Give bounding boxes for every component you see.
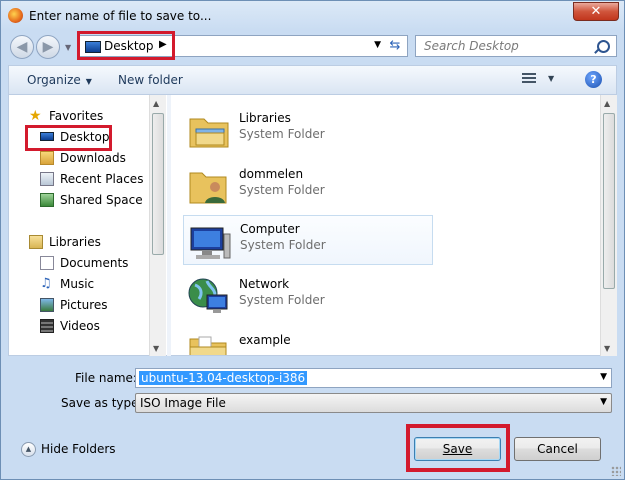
title-bar: Enter name of file to save to... ✕	[1, 1, 624, 31]
file-name-label: File name:	[75, 371, 137, 385]
hide-folders-label: Hide Folders	[41, 442, 116, 456]
network-icon	[187, 275, 231, 317]
forward-button[interactable]: ▶	[36, 35, 60, 59]
libraries-icon	[29, 235, 43, 249]
navigation-scrollbar[interactable]: ▲ ▼	[149, 95, 166, 356]
back-button[interactable]: ◀	[10, 35, 34, 59]
file-type: System Folder	[239, 127, 325, 141]
file-type: System Folder	[239, 183, 325, 197]
toolbar: Organize ▼ New folder ▼ ?	[8, 65, 617, 95]
libraries-icon	[187, 109, 231, 151]
window-title: Enter name of file to save to...	[29, 9, 212, 23]
address-bar[interactable]: Desktop ▶ ▼ ⇆	[77, 31, 408, 60]
file-name-input[interactable]: ubuntu-13.04-desktop-i386 ▼	[135, 368, 612, 388]
file-type: System Folder	[240, 238, 326, 252]
organize-label: Organize	[27, 73, 81, 87]
scroll-up-icon[interactable]: ▲	[604, 99, 610, 108]
file-name: dommelen	[239, 167, 304, 181]
address-highlight-box	[77, 31, 175, 60]
save-dialog: Enter name of file to save to... ✕ ◀ ▶ ▼…	[0, 0, 625, 480]
file-item-libraries[interactable]: Libraries System Folder	[183, 105, 433, 155]
computer-icon	[188, 220, 232, 262]
videos-icon	[40, 319, 54, 333]
music-icon: ♫	[40, 276, 52, 291]
organize-button[interactable]: Organize ▼	[27, 73, 92, 87]
search-box[interactable]	[415, 35, 617, 57]
firefox-icon	[8, 8, 23, 23]
scroll-up-icon[interactable]: ▲	[153, 99, 159, 108]
help-button[interactable]: ?	[585, 71, 602, 88]
hide-folders-button[interactable]: ▲ Hide Folders	[21, 442, 116, 457]
resize-grip-icon[interactable]	[611, 466, 621, 476]
file-list-scrollbar[interactable]: ▲ ▼	[600, 95, 617, 356]
documents-icon	[40, 256, 54, 270]
chevron-down-icon[interactable]: ▼	[600, 397, 607, 407]
user-folder-icon	[187, 165, 231, 207]
scroll-thumb[interactable]	[603, 113, 615, 289]
save-as-type-select[interactable]: ISO Image File ▼	[135, 393, 612, 413]
scroll-thumb[interactable]	[152, 113, 164, 255]
recent-places-icon	[40, 172, 54, 186]
search-icon[interactable]	[597, 40, 610, 53]
chevron-down-icon: ▼	[85, 77, 92, 86]
downloads-icon	[40, 151, 54, 165]
file-name: Libraries	[239, 111, 291, 125]
cancel-button[interactable]: Cancel	[514, 437, 601, 461]
file-item-computer[interactable]: Computer System Folder	[183, 215, 433, 265]
file-name: example	[239, 333, 291, 347]
file-type: System Folder	[239, 293, 325, 307]
collapse-up-icon: ▲	[21, 442, 36, 457]
view-options-icon[interactable]	[522, 72, 538, 86]
file-name-value[interactable]: ubuntu-13.04-desktop-i386	[139, 371, 308, 385]
file-list: Libraries System Folder dommelen System …	[171, 95, 617, 356]
address-dropdown-icon[interactable]: ▼	[374, 40, 381, 50]
file-name: Computer	[240, 222, 300, 236]
chevron-down-icon[interactable]: ▼	[600, 372, 607, 382]
refresh-icon[interactable]: ⇆	[386, 38, 404, 54]
file-item-dommelen[interactable]: dommelen System Folder	[183, 161, 433, 211]
file-name: Network	[239, 277, 290, 291]
desktop-highlight-box	[25, 125, 112, 151]
save-as-type-label: Save as type:	[61, 396, 143, 410]
new-folder-button[interactable]: New folder	[118, 73, 183, 87]
scroll-down-icon[interactable]: ▼	[604, 344, 610, 353]
recent-pages-dropdown[interactable]: ▼	[65, 43, 71, 52]
star-icon: ★	[29, 108, 42, 124]
scroll-down-icon[interactable]: ▼	[153, 344, 159, 353]
file-item-example[interactable]: example	[183, 327, 433, 355]
file-item-network[interactable]: Network System Folder	[183, 271, 433, 321]
shared-space-icon	[40, 193, 54, 207]
pictures-icon	[40, 298, 54, 312]
folder-icon	[187, 331, 231, 355]
close-button[interactable]: ✕	[573, 2, 619, 21]
save-as-type-value: ISO Image File	[140, 396, 226, 410]
save-highlight-box	[406, 424, 510, 472]
view-dropdown-icon[interactable]: ▼	[548, 74, 554, 83]
search-input[interactable]	[422, 38, 596, 54]
